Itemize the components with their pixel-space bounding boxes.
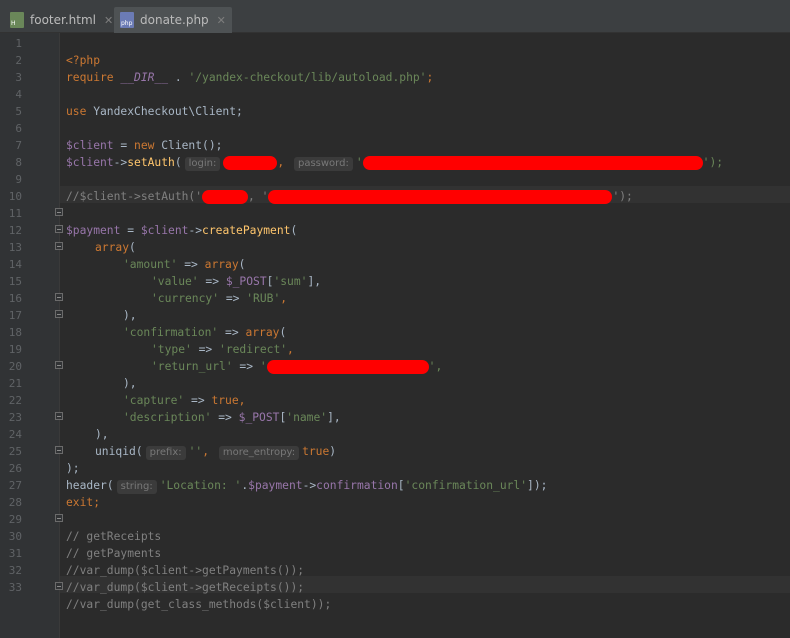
code-line[interactable]: uniqid(prefix: '', more_entropy: true): [0, 426, 790, 460]
code-line[interactable]: 'confirmation' => array(: [0, 307, 790, 339]
code-line[interactable]: // getReceipts: [0, 511, 790, 543]
code-line[interactable]: use YandexCheckout\Client;: [0, 86, 790, 118]
code-line[interactable]: 'value' => $_POST['sum'],: [0, 256, 790, 288]
code-line[interactable]: $client = new Client();: [0, 120, 790, 152]
code-line[interactable]: );: [0, 443, 790, 475]
tab-label: footer.html: [30, 13, 96, 27]
close-icon[interactable]: ✕: [104, 14, 113, 27]
editor-tab-bar: H footer.html ✕ php donate.php ✕: [0, 0, 790, 33]
tab-footer-html[interactable]: H footer.html ✕: [4, 7, 119, 33]
code-line[interactable]: //var_dump(get_class_methods($client));: [0, 579, 790, 611]
code-line[interactable]: header(string: 'Location: '.$payment->con…: [0, 460, 790, 494]
redacted-comment-password: [268, 190, 613, 204]
code-line[interactable]: 'capture' => true,: [0, 375, 790, 407]
php-file-icon: php: [120, 12, 134, 28]
html-file-icon: H: [10, 12, 24, 28]
code-line[interactable]: $client->setAuth(login:, password: ' ');: [0, 137, 790, 171]
code-line[interactable]: 'description' => $_POST['name'],: [0, 392, 790, 424]
code-line[interactable]: exit;: [0, 477, 790, 509]
tab-donate-php[interactable]: php donate.php ✕: [114, 7, 232, 33]
code-line[interactable]: //var_dump($client->getPayments());: [0, 545, 790, 577]
code-line[interactable]: ),: [0, 409, 790, 441]
parameter-hint: login:: [184, 157, 221, 171]
redacted-login: [223, 156, 278, 170]
redacted-comment-login: [202, 190, 249, 204]
code-line[interactable]: require __DIR__ . '/yandex-checkout/lib/…: [0, 52, 790, 84]
code-line[interactable]: ),: [0, 290, 790, 322]
code-line[interactable]: ),: [0, 358, 790, 390]
code-line[interactable]: // getPayments: [0, 528, 790, 560]
redacted-password: [362, 156, 703, 170]
code-line[interactable]: $payment = $client->createPayment(: [0, 205, 790, 237]
parameter-hint: password:: [293, 157, 353, 171]
close-icon[interactable]: ✕: [217, 14, 226, 27]
code-line[interactable]: <?php: [0, 35, 790, 67]
code-line[interactable]: 'type' => 'redirect',: [0, 324, 790, 356]
code-line[interactable]: //$client->setAuth(', ' ');: [0, 171, 790, 204]
code-line[interactable]: //var_dump($client->getReceipts());: [0, 562, 790, 594]
code-line[interactable]: 'currency' => 'RUB',: [0, 273, 790, 305]
code-line[interactable]: array(: [0, 222, 790, 254]
code-line[interactable]: 'amount' => array(: [0, 239, 790, 271]
tab-label: donate.php: [140, 13, 209, 27]
code-line[interactable]: 'return_url' => ' ',: [0, 341, 790, 374]
